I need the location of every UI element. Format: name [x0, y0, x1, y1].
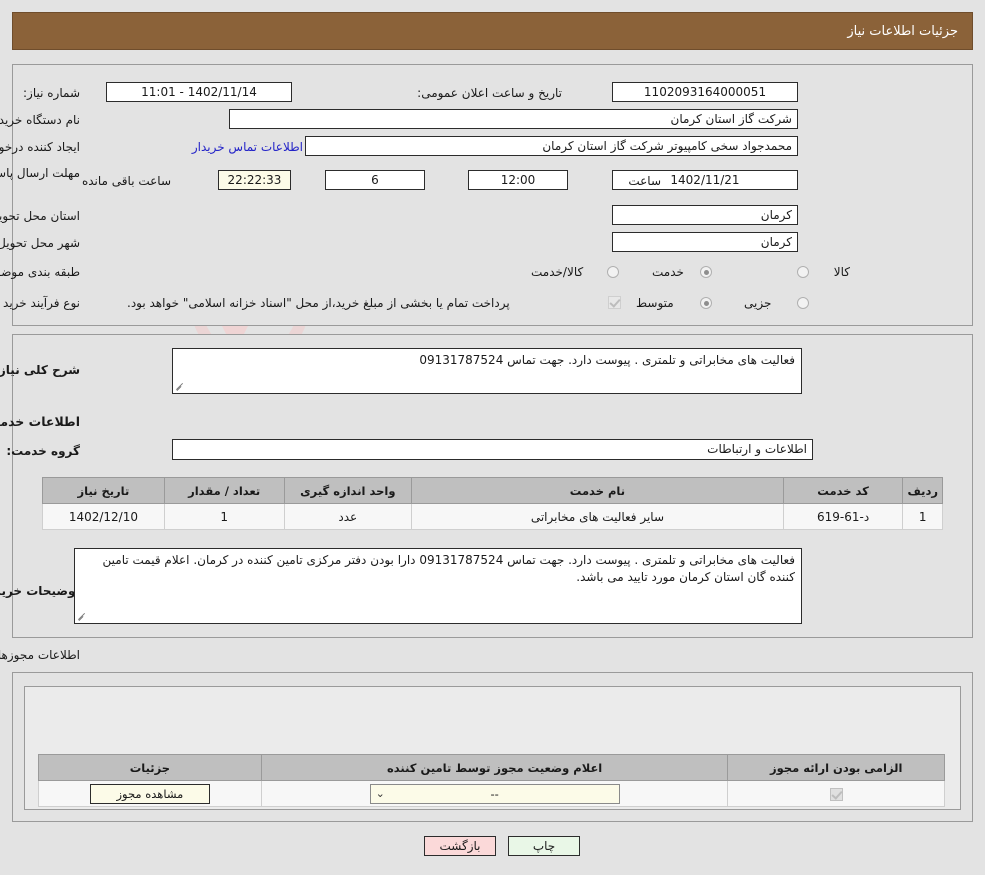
chevron-down-icon: ⌄	[375, 786, 385, 800]
resize-grip-buyer-notes[interactable]	[77, 610, 87, 621]
buyer-org-label: نام دستگاه خریدار:	[0, 113, 80, 127]
request-creator-value: محمدجواد سخی کامپیوتر شرکت گاز استان کرم…	[305, 136, 798, 156]
radio-label-goods-service: کالا/خدمت	[531, 265, 584, 279]
cell-service-code: د-61-619	[782, 503, 904, 530]
th-license-required: الزامی بودن ارائه مجوز	[727, 754, 945, 781]
radio-label-goods: کالا	[833, 265, 850, 279]
cell-quantity: 1	[163, 503, 285, 530]
checkbox-treasury-note[interactable]	[608, 296, 621, 309]
deadline-hour-label: ساعت	[628, 174, 661, 188]
delivery-city-value: کرمان	[612, 232, 798, 252]
buyer-notes-label: توضیحات خریدار:	[0, 584, 80, 598]
th-quantity: تعداد / مقدار	[163, 477, 285, 504]
cell-need-date: 1402/12/10	[42, 503, 165, 530]
delivery-city-label: شهر محل تحویل:	[0, 236, 80, 250]
services-table-header-row: ردیف کد خدمت نام خدمت واحد اندازه گیری ت…	[42, 477, 943, 504]
services-table: ردیف کد خدمت نام خدمت واحد اندازه گیری ت…	[42, 477, 943, 530]
page-title: جزئیات اطلاعات نیاز	[847, 23, 958, 39]
announce-datetime-label: تاریخ و ساعت اعلان عمومی:	[417, 86, 562, 100]
cell-license-details: مشاهده مجوز	[38, 780, 262, 807]
radio-label-service: خدمت	[652, 265, 684, 279]
th-license-status: اعلام وضعیت مجوز توسط تامین کننده	[260, 754, 729, 781]
licenses-table-header-row: الزامی بودن ارائه مجوز اعلام وضعیت مجوز …	[38, 754, 945, 781]
license-status-value: --	[490, 786, 499, 801]
license-status-select[interactable]: ⌄ --	[369, 783, 620, 804]
th-unit: واحد اندازه گیری	[283, 477, 413, 504]
radio-classification-service[interactable]	[700, 266, 712, 278]
deadline-label: مهلت ارسال پاسخ: تا تاریخ:	[0, 166, 80, 180]
remaining-suffix-label: ساعت باقی مانده	[81, 174, 171, 188]
service-group-label: گروه خدمت:	[6, 444, 80, 458]
th-row-number: ردیف	[902, 477, 943, 504]
print-button[interactable]: چاپ	[508, 836, 580, 856]
cell-unit: عدد	[283, 503, 413, 530]
need-description-label: شرح کلی نیاز:	[0, 363, 80, 377]
deadline-hour-value: 12:00	[468, 170, 568, 190]
buyer-contact-link[interactable]: اطلاعات تماس خریدار	[192, 140, 303, 154]
remaining-days-value: 6	[325, 170, 425, 190]
classification-label: طبقه بندی موضوعی:	[0, 265, 80, 279]
window-titlebar: جزئیات اطلاعات نیاز	[12, 12, 973, 50]
radio-label-medium: متوسط	[636, 296, 674, 310]
th-service-name: نام خدمت	[411, 477, 784, 504]
th-service-code: کد خدمت	[782, 477, 904, 504]
need-number-label: شماره نیاز:	[23, 86, 80, 100]
radio-process-medium[interactable]	[700, 297, 712, 309]
radio-classification-goods-service[interactable]	[607, 266, 619, 278]
cell-license-required	[727, 780, 945, 807]
delivery-province-label: استان محل تحویل:	[0, 209, 80, 223]
need-number-value: 1102093164000051	[612, 82, 798, 102]
cell-license-status: ⌄ --	[260, 780, 729, 807]
cell-row-number: 1	[902, 503, 943, 530]
back-button[interactable]: بازگشت	[424, 836, 496, 856]
treasury-note-text: پرداخت تمام یا بخشی از مبلغ خرید،از محل …	[127, 296, 510, 310]
view-license-button[interactable]: مشاهده مجوز	[89, 783, 210, 804]
need-summary-panel	[12, 64, 973, 326]
remaining-time-value: 22:22:33	[218, 170, 291, 190]
table-row: ⌄ -- مشاهده مجوز	[38, 780, 945, 807]
radio-process-minor[interactable]	[797, 297, 809, 309]
announce-datetime-value: 1402/11/14 - 11:01	[106, 82, 292, 102]
radio-label-minor: جزیی	[744, 296, 772, 310]
th-license-details: جزئیات	[38, 754, 262, 781]
service-group-value: اطلاعات و ارتباطات	[172, 439, 813, 460]
checkbox-license-required	[829, 787, 843, 801]
table-row: 1 د-61-619 سایر فعالیت های مخابراتی عدد …	[42, 503, 943, 530]
need-description-textarea[interactable]: فعالیت های مخابراتی و تلمتری . پیوست دار…	[172, 348, 802, 394]
resize-grip-need-description[interactable]	[175, 380, 185, 391]
purchase-process-label: نوع فرآیند خرید :	[0, 296, 80, 310]
licenses-table: الزامی بودن ارائه مجوز اعلام وضعیت مجوز …	[38, 754, 945, 807]
licenses-section-title: اطلاعات مجوزهای ارائه خدمت / کالا	[0, 648, 80, 662]
delivery-province-value: کرمان	[612, 205, 798, 225]
cell-service-name: سایر فعالیت های مخابراتی	[411, 503, 784, 530]
buyer-notes-textarea[interactable]: فعالیت های مخابراتی و تلمتری . پیوست دار…	[74, 548, 802, 624]
request-creator-label: ایجاد کننده درخواست:	[0, 140, 80, 154]
services-section-title: اطلاعات خدمات مورد نیاز	[0, 414, 80, 429]
th-need-date: تاریخ نیاز	[42, 477, 165, 504]
buyer-org-value: شرکت گاز استان کرمان	[229, 109, 798, 129]
